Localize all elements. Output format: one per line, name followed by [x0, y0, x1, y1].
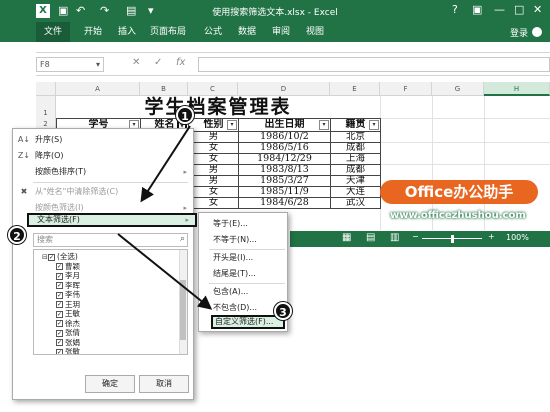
arrow-step-2: [117, 233, 213, 310]
arrow-step-1: [140, 125, 191, 203]
step-marker-1: 1: [176, 106, 194, 124]
step-marker-3: 3: [274, 302, 292, 320]
instruction-arrows: [117, 125, 213, 310]
step-marker-2: 2: [8, 226, 26, 244]
